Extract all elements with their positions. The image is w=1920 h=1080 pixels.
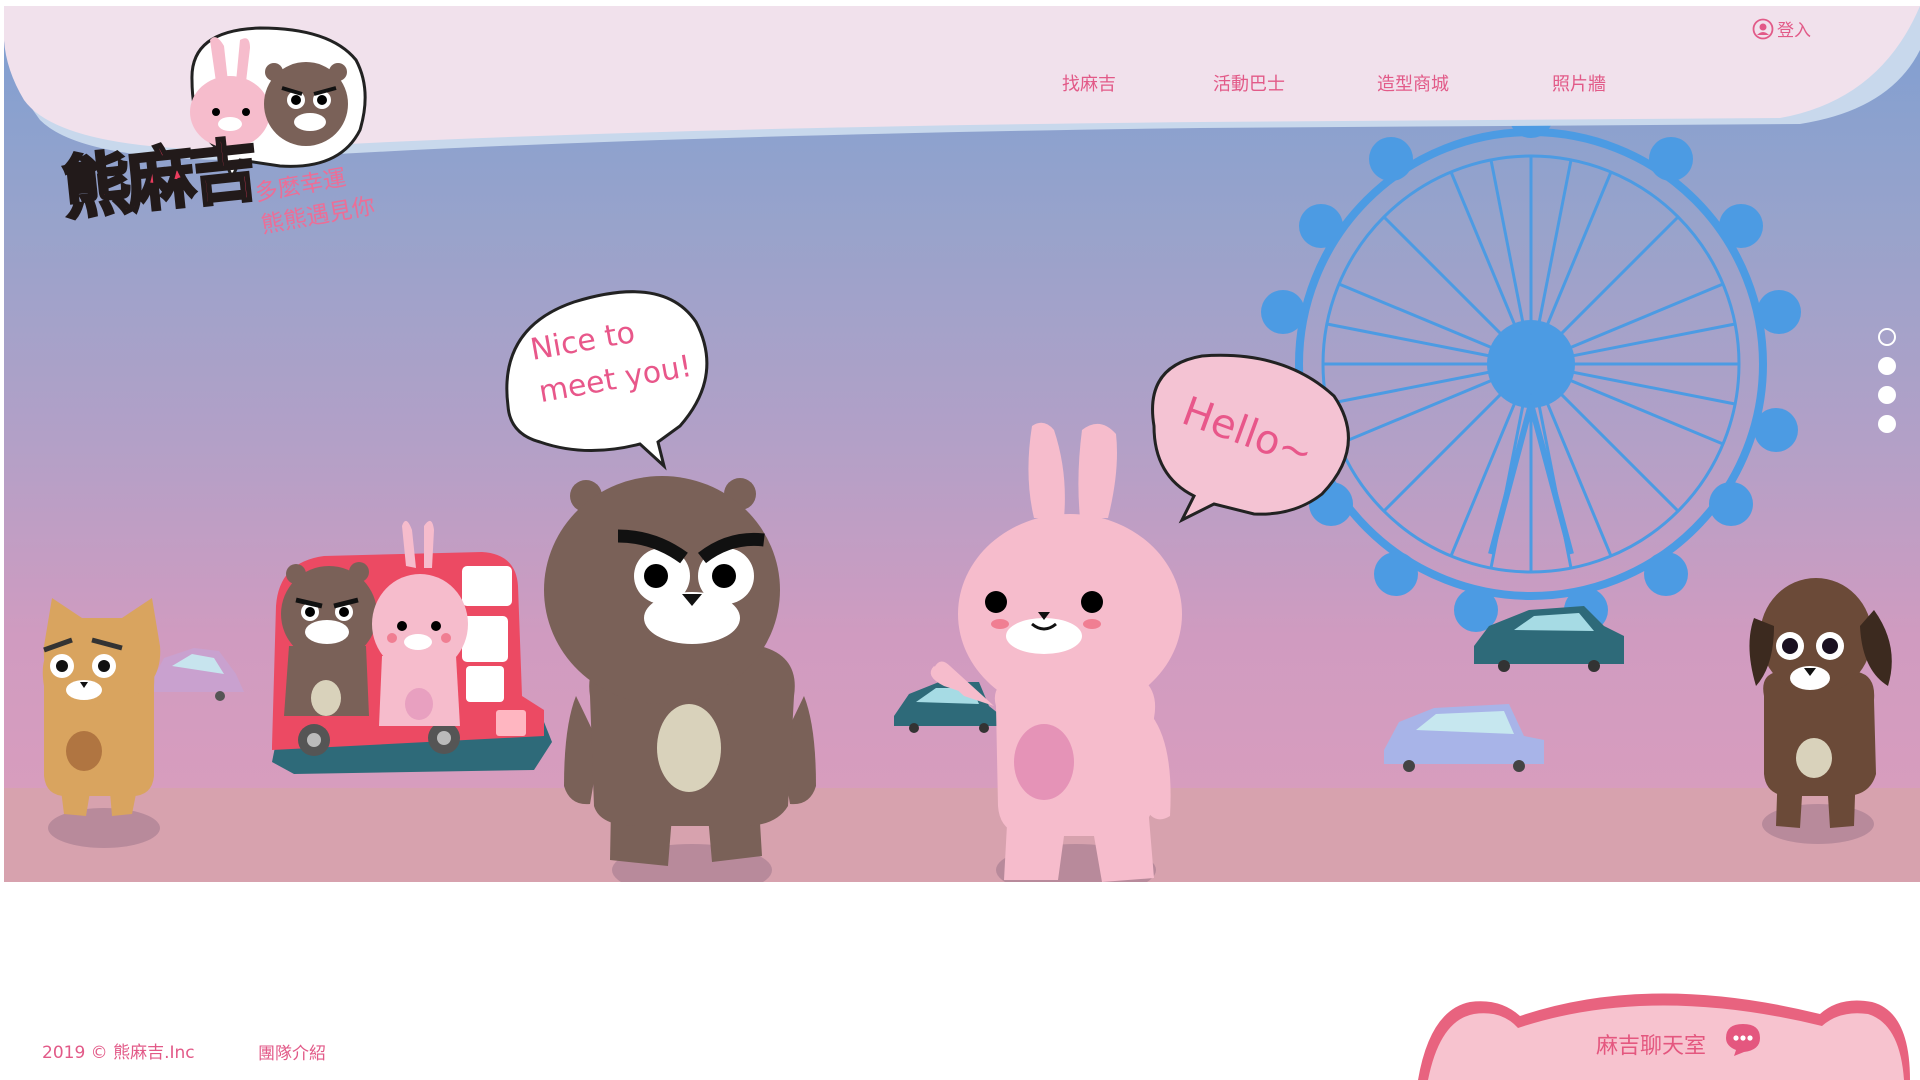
ferris-wheel [1261, 94, 1801, 632]
chat-bubble-icon[interactable] [1722, 1022, 1764, 1058]
page: Nice to meet you! Hello~ 熊麻吉 多麼幸運 熊熊遇見你 [0, 0, 1920, 1080]
chat-room-label[interactable]: 麻吉聊天室 [1596, 1028, 1706, 1060]
car-lavender-right [1384, 704, 1544, 772]
nav-item-style-shop[interactable]: 造型商城 [1377, 70, 1449, 96]
double-decker-bus [272, 520, 552, 774]
nav-item-photo-wall[interactable]: 照片牆 [1552, 70, 1606, 96]
bear-character [544, 476, 816, 882]
slide-dot-3[interactable] [1878, 386, 1896, 404]
logo-wordmark: 熊麻吉 [58, 129, 260, 232]
slide-pagination [1878, 328, 1896, 433]
footer-copyright: 2019 © 熊麻吉.Inc [42, 1043, 195, 1063]
user-icon [1752, 18, 1774, 39]
nav-item-find-friend[interactable]: 找麻吉 [1062, 70, 1116, 96]
login-label: 登入 [1777, 21, 1811, 41]
team-intro-link[interactable]: 團隊介紹 [258, 1039, 326, 1064]
login-button[interactable]: 登入 [1752, 16, 1811, 41]
nav-item-event-bus[interactable]: 活動巴士 [1213, 70, 1285, 96]
car-pink-left [149, 648, 244, 701]
car-teal-mid [894, 682, 1004, 733]
bunny-character [930, 422, 1182, 882]
slide-dot-2[interactable] [1878, 357, 1896, 375]
orange-cat-character [42, 598, 161, 848]
brown-dog-character [1749, 578, 1892, 844]
slide-dot-4[interactable] [1878, 415, 1896, 433]
brand-logo[interactable]: 熊麻吉 多麼幸運 熊熊遇見你 [58, 20, 410, 250]
slide-dot-1[interactable] [1878, 328, 1896, 346]
